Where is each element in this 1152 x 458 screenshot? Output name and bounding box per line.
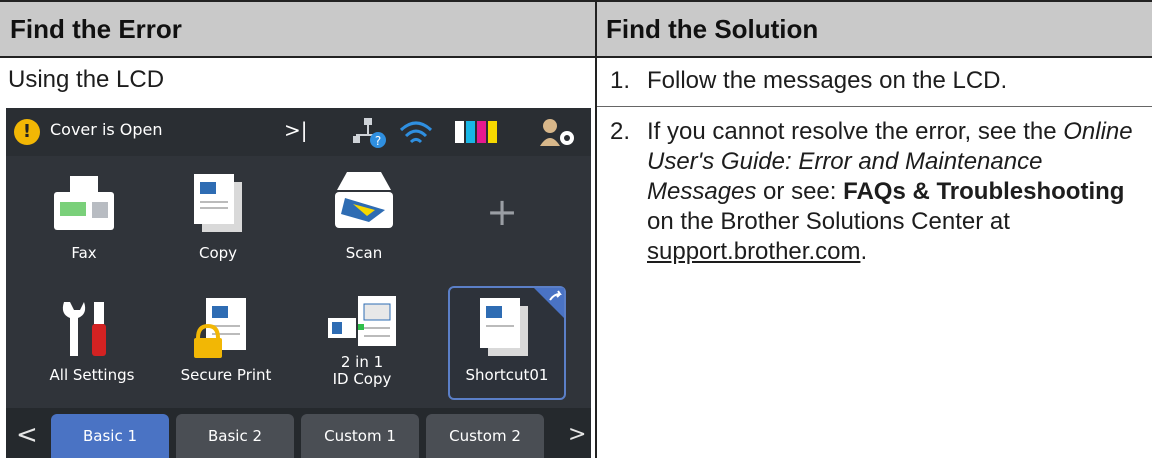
tab-custom-2[interactable]: Custom 2	[426, 414, 544, 458]
all-settings-icon[interactable]	[58, 298, 118, 362]
tile-2in1-line1: 2 in 1	[340, 353, 384, 371]
ink-levels-icon[interactable]	[454, 119, 498, 145]
support-link[interactable]: support.brother.com	[647, 238, 860, 265]
col2-header-text: Find the Solution	[606, 14, 819, 44]
tile-2in1-line2: ID Copy	[332, 370, 392, 388]
fax-icon[interactable]	[52, 174, 116, 234]
tile-2in1-id-copy[interactable]: 2 in 1 ID Copy	[322, 354, 402, 388]
column-divider	[595, 0, 597, 458]
status-message[interactable]: Cover is Open	[50, 120, 163, 139]
shortcut-tile[interactable]: Shortcut01	[448, 286, 566, 400]
error-solution-table: Find the Error Find the Solution Using t…	[0, 0, 1152, 458]
network-help-icon[interactable]: ?	[352, 114, 388, 150]
lcd-tab-bar: < Basic 1 Basic 2 Custom 1 Custom 2 >	[6, 408, 591, 458]
step-2-part-a: If you cannot resolve the error, see the	[647, 118, 1064, 145]
tile-shortcut01: Shortcut01	[465, 366, 549, 384]
tile-scan[interactable]: Scan	[324, 244, 404, 262]
faqs-troubleshooting-ref: FAQs & Troubleshooting	[843, 178, 1125, 205]
step-2-part-c: on the Brother Solutions Center at	[647, 208, 1010, 235]
svg-text:?: ?	[375, 134, 381, 148]
secure-print-icon[interactable]	[190, 294, 254, 360]
tab-next-arrow[interactable]: >	[568, 422, 586, 447]
lcd-status-bar: ! Cover is Open >| ?	[6, 108, 591, 156]
col1-header: Find the Error	[0, 0, 596, 58]
col1-header-text: Find the Error	[10, 14, 182, 44]
tab-basic-1[interactable]: Basic 1	[51, 414, 169, 458]
wifi-icon[interactable]	[398, 118, 434, 148]
step-2-end: .	[860, 238, 868, 265]
tile-copy[interactable]: Copy	[178, 244, 258, 262]
tile-fax[interactable]: Fax	[44, 244, 124, 262]
tab-basic-2[interactable]: Basic 2	[176, 414, 294, 458]
shortcut-corner-icon	[534, 288, 564, 318]
tile-secure-print[interactable]: Secure Print	[166, 366, 286, 384]
tab-custom-1[interactable]: Custom 1	[301, 414, 419, 458]
step-2-number: 2.	[610, 118, 631, 145]
warning-icon[interactable]: !	[14, 119, 40, 145]
add-shortcut-button[interactable]: +	[482, 190, 522, 234]
admin-settings-icon[interactable]	[538, 116, 578, 148]
id-copy-icon[interactable]	[324, 294, 400, 360]
copy-icon[interactable]	[190, 172, 246, 234]
step-divider	[597, 106, 1152, 107]
step-2-text: If you cannot resolve the error, see the…	[647, 117, 1147, 267]
lcd-intro-text: Using the LCD	[8, 66, 165, 93]
step-2-part-b: or see:	[756, 178, 844, 205]
tab-prev-arrow[interactable]: <	[16, 420, 38, 450]
step-1-text: Follow the messages on the LCD.	[647, 67, 1008, 94]
col2-header: Find the Solution	[596, 0, 1152, 58]
shortcut-copy-icon	[480, 298, 528, 356]
lcd-screen: ! Cover is Open >| ? Fax Copy Scan + All…	[6, 108, 591, 458]
step-2-colon: :	[784, 148, 799, 175]
step-1-number: 1.	[610, 67, 631, 94]
status-forward-icon[interactable]: >|	[284, 118, 308, 142]
tile-all-settings[interactable]: All Settings	[32, 366, 152, 384]
scan-icon[interactable]	[329, 170, 399, 234]
